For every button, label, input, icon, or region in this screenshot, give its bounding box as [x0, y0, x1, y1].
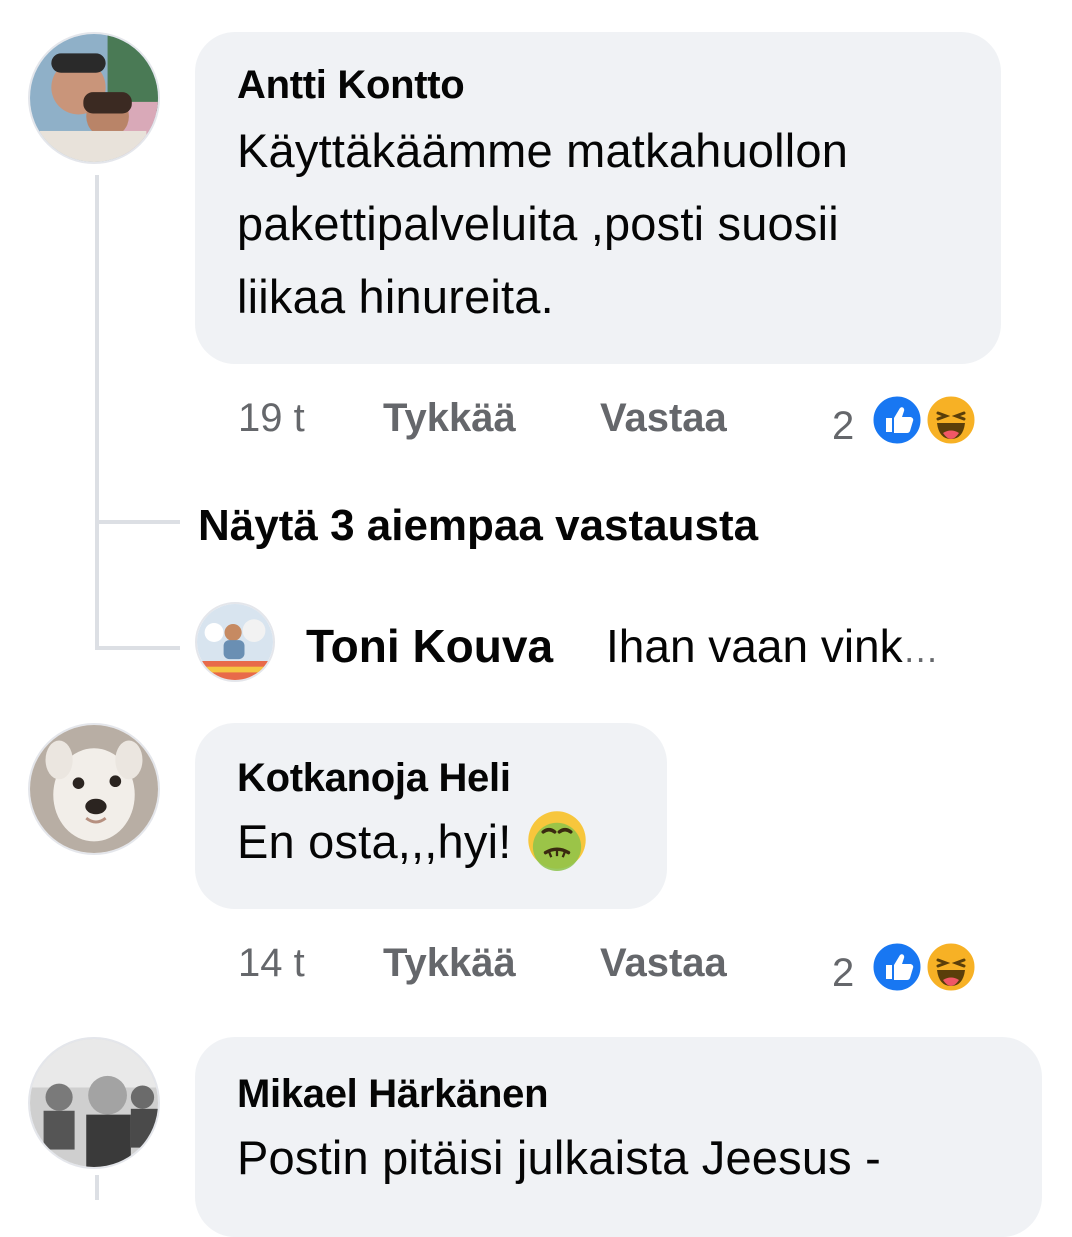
haha-icon — [924, 393, 978, 447]
reply-preview-snippet: Ihan vaan vink — [606, 620, 903, 672]
reply-button[interactable]: Vastaa — [600, 393, 727, 443]
comment-author-name[interactable]: Mikael Härkänen — [237, 1071, 1042, 1117]
comment-text-line: Käyttäkäämme matkahuollon — [237, 124, 849, 177]
comment-text-line: pakettipalveluita ,posti suosii — [237, 197, 839, 250]
show-previous-replies-link[interactable]: Näytä 3 aiempaa vastausta — [198, 500, 758, 552]
thread-line-branch-show-more — [95, 520, 180, 524]
nauseated-face-icon — [527, 811, 586, 871]
comment-bubble-kotkanoja-heli: Kotkanoja Heli En osta,,,hyi! — [195, 723, 667, 909]
comment-actions-row: 19 t Tykkää Vastaa 2 — [0, 393, 1072, 448]
reaction-count[interactable]: 2 — [832, 948, 854, 998]
comment-actions-row: 14 t Tykkää Vastaa 2 — [0, 938, 1072, 995]
reply-preview-text[interactable]: Ihan vaan vink… — [606, 618, 939, 678]
like-button[interactable]: Tykkää — [383, 938, 516, 988]
reply-preview-ellipsis: … — [902, 629, 939, 670]
like-icon — [870, 940, 924, 994]
thread-line-branch-reply — [95, 646, 180, 650]
comment-text-line: Postin pitäisi julkaista Jeesus - — [237, 1131, 881, 1184]
thread-line-vertical-bottom — [95, 1175, 99, 1200]
haha-icon — [924, 940, 978, 994]
reply-author-name[interactable]: Toni Kouva — [306, 618, 553, 674]
comment-author-name[interactable]: Antti Kontto — [237, 62, 1001, 108]
comment-timestamp[interactable]: 14 t — [238, 938, 305, 988]
reaction-count[interactable]: 2 — [832, 401, 854, 451]
like-button[interactable]: Tykkää — [383, 393, 516, 443]
comment-author-name[interactable]: Kotkanoja Heli — [237, 755, 667, 801]
comment-timestamp[interactable]: 19 t — [238, 393, 305, 443]
avatar-kotkanoja-heli[interactable] — [28, 723, 160, 855]
reply-button[interactable]: Vastaa — [600, 938, 727, 988]
comment-bubble-antti-kontto: Antti Kontto Käyttäkäämme matkahuollon p… — [195, 32, 1001, 364]
avatar-antti-kontto[interactable] — [28, 32, 160, 164]
comment-text-line: En osta,,,hyi! — [237, 805, 667, 878]
comment-text: En osta,,,hyi! — [237, 815, 512, 868]
comment-bubble-mikael-harkanen: Mikael Härkänen Postin pitäisi julkaista… — [195, 1037, 1042, 1237]
avatar-toni-kouva[interactable] — [195, 602, 275, 682]
avatar-mikael-harkanen[interactable] — [28, 1037, 160, 1169]
comment-text-line: liikaa hinureita. — [237, 270, 554, 323]
like-icon — [870, 393, 924, 447]
